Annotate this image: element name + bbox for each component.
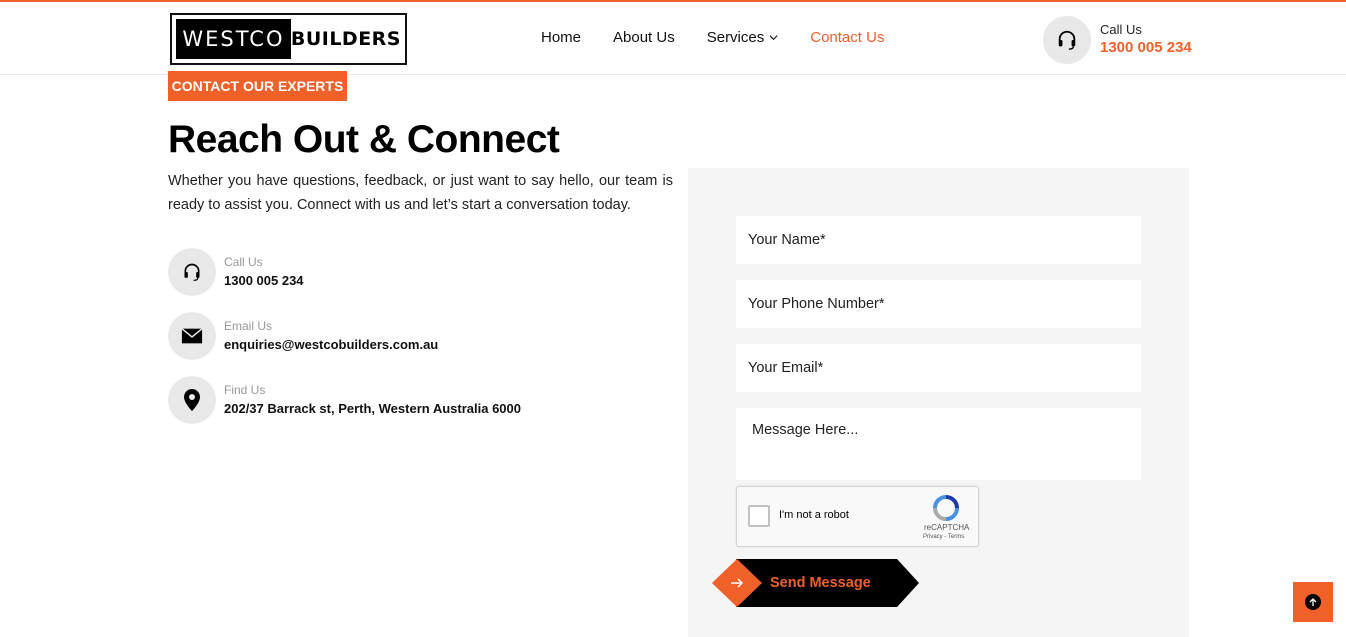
email-field[interactable] xyxy=(736,344,1141,392)
contact-location-value[interactable]: 202/37 Barrack st, Perth, Western Austra… xyxy=(224,399,521,418)
nav-services[interactable]: Services xyxy=(707,29,779,46)
arrow-up-icon xyxy=(1305,594,1321,610)
recaptcha-widget: I'm not a robot reCAPTCHA Privacy - Term… xyxy=(736,486,979,547)
name-field[interactable] xyxy=(736,216,1141,264)
recaptcha-brand: reCAPTCHA xyxy=(924,523,970,532)
logo-wordmark-westco: WESTCO xyxy=(176,19,291,59)
header-call-label: Call Us xyxy=(1100,22,1142,37)
section-badge: CONTACT OUR EXPERTS xyxy=(168,71,347,101)
send-message-label[interactable]: Send Message xyxy=(736,559,919,607)
recaptcha-checkbox[interactable] xyxy=(748,505,770,527)
nav-about-us[interactable]: About Us xyxy=(613,29,675,46)
envelope-icon xyxy=(181,328,203,344)
recaptcha-terms[interactable]: Privacy - Terms xyxy=(923,534,964,540)
contact-email-icon-circle xyxy=(168,312,216,360)
recaptcha-label: I'm not a robot xyxy=(779,509,849,521)
site-header: WESTCO BUILDERS Home About Us Services C… xyxy=(0,0,1346,75)
intro-text: Whether you have questions, feedback, or… xyxy=(168,173,673,213)
recaptcha-logo-icon xyxy=(933,495,959,521)
contact-call[interactable]: Call Us 1300 005 234 xyxy=(168,248,304,296)
contact-call-icon-circle xyxy=(168,248,216,296)
phone-field[interactable] xyxy=(736,280,1141,328)
nav-home[interactable]: Home xyxy=(541,29,581,46)
nav-services-label: Services xyxy=(706,29,765,46)
headset-icon xyxy=(184,263,200,281)
contact-email[interactable]: Email Us enquiries@westcobuilders.com.au xyxy=(168,312,438,360)
contact-call-value[interactable]: 1300 005 234 xyxy=(224,271,304,290)
scroll-to-top-button[interactable] xyxy=(1293,582,1333,622)
headset-icon xyxy=(1058,30,1076,50)
main-nav: Home About Us Services Contact Us xyxy=(541,29,916,46)
contact-email-value[interactable]: enquiries@westcobuilders.com.au xyxy=(224,335,438,354)
send-message-button[interactable]: Send Message xyxy=(712,559,922,607)
contact-location[interactable]: Find Us 202/37 Barrack st, Perth, Wester… xyxy=(168,376,521,424)
contact-location-icon-circle xyxy=(168,376,216,424)
header-call-icon-circle xyxy=(1043,16,1091,64)
header-call-number[interactable]: 1300 005 234 xyxy=(1100,38,1192,58)
logo-wordmark-builders: BUILDERS xyxy=(290,28,401,50)
contact-location-label: Find Us xyxy=(224,383,266,397)
nav-contact-us[interactable]: Contact Us xyxy=(810,29,884,46)
contact-call-label: Call Us xyxy=(224,255,263,269)
logo[interactable]: WESTCO BUILDERS xyxy=(170,13,407,65)
contact-email-label: Email Us xyxy=(224,319,273,333)
message-field[interactable] xyxy=(736,408,1141,480)
page-title: Reach Out & Connect xyxy=(168,118,560,161)
chevron-down-icon xyxy=(769,35,778,41)
map-pin-icon xyxy=(184,389,200,411)
header-call[interactable]: Call Us 1300 005 234 xyxy=(1043,16,1192,64)
